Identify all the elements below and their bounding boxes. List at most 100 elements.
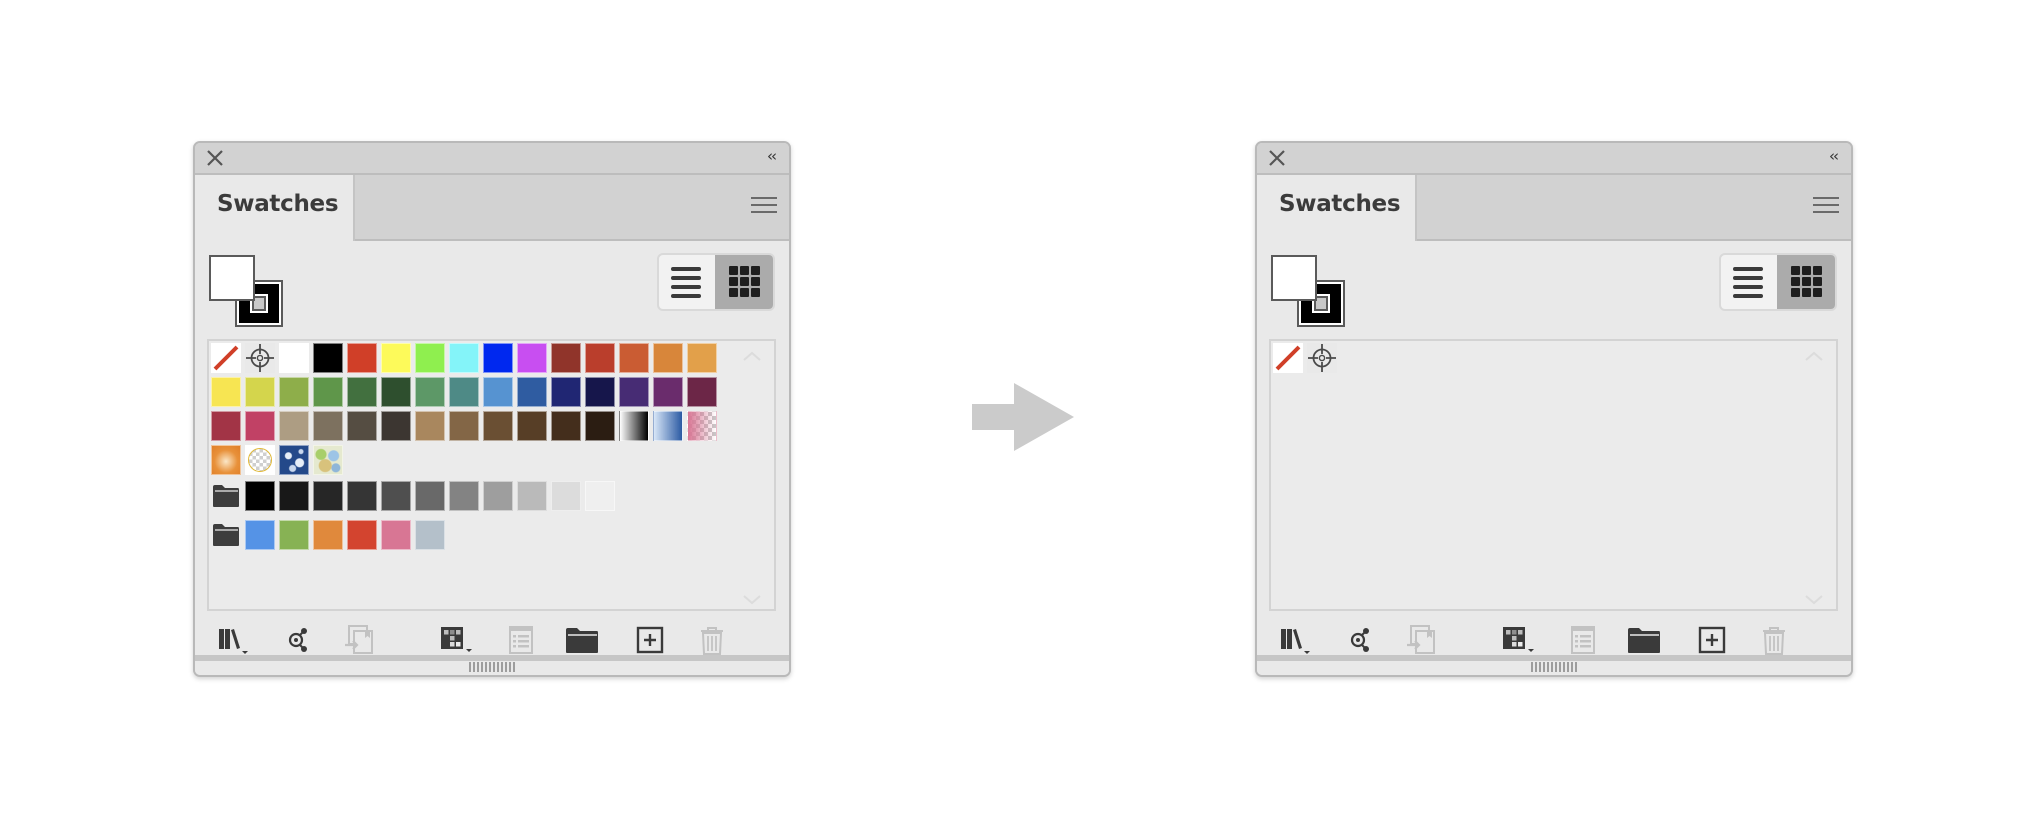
gradient-swatch[interactable] [211,445,241,475]
color-swatch[interactable] [313,481,343,511]
panel-titlebar[interactable]: ‹‹ [195,143,789,175]
color-swatch[interactable] [347,481,377,511]
scroll-up-icon[interactable] [1804,347,1824,361]
color-swatch[interactable] [585,343,615,373]
color-swatch[interactable] [585,411,615,441]
color-swatch[interactable] [653,377,683,407]
registration-swatch[interactable] [245,343,275,373]
color-swatch[interactable] [483,481,513,511]
color-swatch[interactable] [381,343,411,373]
list-view-icon[interactable] [1721,255,1777,309]
gradient-swatch[interactable] [653,411,683,441]
color-swatch[interactable] [415,343,445,373]
fill-swatch[interactable] [1271,255,1317,301]
color-swatch[interactable] [415,481,445,511]
new-swatch-button[interactable] [631,623,667,657]
close-icon[interactable] [1267,148,1287,168]
color-swatch[interactable] [653,343,683,373]
color-swatch[interactable] [517,411,547,441]
color-swatch[interactable] [415,520,445,550]
swatch-options-button[interactable] [503,623,539,657]
color-swatch[interactable] [619,343,649,373]
color-swatch[interactable] [483,411,513,441]
none-swatch[interactable] [211,343,241,373]
color-swatch[interactable] [313,343,343,373]
new-swatch-button[interactable] [1693,623,1729,657]
color-swatch[interactable] [551,481,581,511]
place-swatches-button[interactable] [341,623,377,657]
color-swatch[interactable] [415,377,445,407]
gradient-swatch[interactable] [619,411,649,441]
hamburger-menu-icon[interactable] [751,197,777,217]
color-swatch[interactable] [245,520,275,550]
swatch-kind-menu-button[interactable] [1343,623,1379,657]
color-swatch[interactable] [279,481,309,511]
color-swatch[interactable] [245,481,275,511]
color-swatch[interactable] [687,343,717,373]
color-swatch[interactable] [585,377,615,407]
color-swatch[interactable] [517,481,547,511]
color-swatch[interactable] [551,343,581,373]
color-swatch[interactable] [551,377,581,407]
color-swatch[interactable] [381,411,411,441]
scroll-up-icon[interactable] [742,347,762,361]
fill-swatch[interactable] [209,255,255,301]
folder-icon[interactable] [212,484,240,508]
swatch-libraries-menu-button[interactable] [1277,623,1313,657]
color-swatch[interactable] [347,411,377,441]
color-swatch[interactable] [347,520,377,550]
pattern-swatch[interactable] [687,411,717,441]
color-swatch[interactable] [313,520,343,550]
color-swatch[interactable] [483,377,513,407]
swatch-kind-menu-button[interactable] [281,623,317,657]
place-swatches-button[interactable] [1403,623,1439,657]
resize-grip[interactable] [469,662,515,672]
none-swatch[interactable] [1273,343,1303,373]
color-swatch[interactable] [449,377,479,407]
list-view-icon[interactable] [659,255,715,309]
color-swatch[interactable] [381,481,411,511]
color-swatch[interactable] [347,343,377,373]
swatch-options-button[interactable] [1565,623,1601,657]
color-swatch[interactable] [415,411,445,441]
color-swatch[interactable] [245,377,275,407]
resize-grip[interactable] [1531,662,1577,672]
tab-swatches[interactable]: Swatches [1257,175,1417,241]
new-color-group-button[interactable] [1625,623,1661,657]
scroll-down-icon[interactable] [742,591,762,605]
color-swatch[interactable] [619,377,649,407]
color-swatch[interactable] [687,377,717,407]
color-swatch[interactable] [313,377,343,407]
color-swatch[interactable] [313,411,343,441]
color-swatch[interactable] [449,343,479,373]
color-swatch[interactable] [245,411,275,441]
scroll-down-icon[interactable] [1804,591,1824,605]
show-swatch-kinds-button[interactable] [437,623,473,657]
registration-swatch[interactable] [1307,343,1337,373]
pattern-swatch[interactable] [245,445,275,475]
delete-swatch-button[interactable] [1755,623,1791,657]
swatch-list[interactable] [1269,339,1838,611]
color-swatch[interactable] [211,377,241,407]
color-swatch[interactable] [585,481,615,511]
panel-titlebar[interactable]: ‹‹ [1257,143,1851,175]
double-chevron-left-icon[interactable]: ‹‹ [1829,147,1839,165]
color-swatch[interactable] [381,520,411,550]
close-icon[interactable] [205,148,225,168]
color-swatch[interactable] [347,377,377,407]
color-swatch[interactable] [381,377,411,407]
swatch-list[interactable] [207,339,776,611]
hamburger-menu-icon[interactable] [1813,197,1839,217]
grid-view-icon[interactable] [1777,255,1835,309]
color-swatch[interactable] [279,520,309,550]
color-swatch[interactable] [517,377,547,407]
double-chevron-left-icon[interactable]: ‹‹ [767,147,777,165]
color-swatch[interactable] [551,411,581,441]
color-swatch[interactable] [517,343,547,373]
color-swatch[interactable] [449,481,479,511]
color-swatch[interactable] [483,343,513,373]
color-swatch[interactable] [211,411,241,441]
tab-swatches[interactable]: Swatches [195,175,355,241]
color-swatch[interactable] [279,343,309,373]
pattern-swatch[interactable] [313,445,343,475]
